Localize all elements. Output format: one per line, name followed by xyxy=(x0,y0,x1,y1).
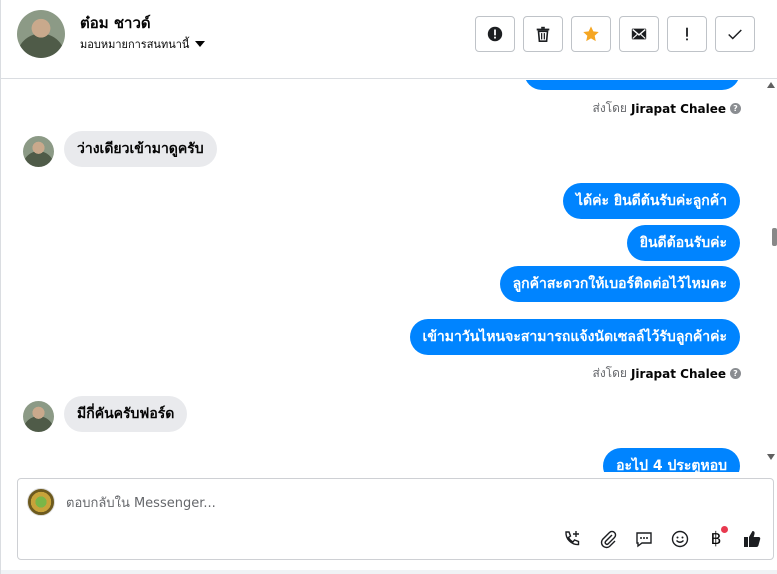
header-actions xyxy=(475,16,755,52)
exclamation-circle-icon xyxy=(487,26,503,42)
assign-label: มอบหมายการสนทนานี้ xyxy=(80,38,190,51)
scroll-down-arrow-icon[interactable] xyxy=(767,454,775,460)
thread-scrollbar[interactable] xyxy=(765,80,777,472)
help-icon[interactable]: ? xyxy=(730,368,741,379)
contact-avatar-small[interactable] xyxy=(23,401,54,432)
message-bubble-outgoing-partial[interactable]: อะไป 4 ประตูหอบ xyxy=(603,448,740,472)
conversation-header: ต๋อม ชาวด์ มอบหมายการสนทนานี้ xyxy=(1,0,777,79)
message-bubble-outgoing[interactable]: ยินดีต้อนรับค่ะ xyxy=(626,225,740,261)
delete-button[interactable] xyxy=(523,16,563,52)
conversation-panel: ต๋อม ชาวด์ มอบหมายการสนทนานี้ ส่งโดย Jir… xyxy=(0,0,777,574)
message-bubble-outgoing[interactable]: เข้ามาวันไหนจะสามารถแจ้งนัดเซลล์ไว้รับลู… xyxy=(409,319,740,355)
contact-avatar[interactable] xyxy=(17,10,65,58)
mark-done-button[interactable] xyxy=(715,16,755,52)
reply-input[interactable] xyxy=(66,493,666,513)
contact-avatar-small[interactable] xyxy=(23,136,54,167)
agent-name[interactable]: Jirapat Chalee xyxy=(631,367,726,381)
saved-replies-icon[interactable] xyxy=(633,528,655,550)
message-bubble-incoming[interactable]: ว่างเดียวเข้ามาดูครับ xyxy=(64,131,217,167)
footer-divider xyxy=(1,570,777,574)
page-logo-avatar xyxy=(27,488,55,516)
star-icon xyxy=(583,26,599,42)
sent-by-label: ส่งโดย Jirapat Chalee ? xyxy=(593,364,741,383)
thumbs-up-icon[interactable] xyxy=(741,528,763,550)
check-icon xyxy=(728,29,742,40)
follow-up-button[interactable] xyxy=(667,16,707,52)
message-bubble-outgoing-partial[interactable] xyxy=(524,80,740,90)
notification-dot xyxy=(721,526,728,533)
agent-name[interactable]: Jirapat Chalee xyxy=(631,102,726,116)
message-bubble-outgoing[interactable]: ได้ค่ะ ยินดีต้นรับค่ะลูกค้า xyxy=(563,183,740,219)
baht-payment-icon[interactable]: ฿ xyxy=(705,526,728,550)
star-button[interactable] xyxy=(571,16,611,52)
trash-icon xyxy=(536,26,550,43)
attachment-icon[interactable] xyxy=(597,528,619,550)
help-icon[interactable]: ? xyxy=(730,103,741,114)
sent-by-label: ส่งโดย Jirapat Chalee ? xyxy=(593,99,741,118)
scroll-up-arrow-icon[interactable] xyxy=(767,82,775,88)
scroll-thumb[interactable] xyxy=(772,228,777,246)
mark-unread-button[interactable] xyxy=(619,16,659,52)
message-bubble-outgoing[interactable]: ลูกค้าสะดวกให้เบอร์ติดต่อไว้ไหมคะ xyxy=(499,266,740,302)
envelope-icon xyxy=(631,28,647,40)
caret-down-icon xyxy=(195,41,206,47)
call-add-icon[interactable] xyxy=(561,528,583,550)
exclamation-icon xyxy=(686,27,688,41)
report-button[interactable] xyxy=(475,16,515,52)
message-bubble-incoming[interactable]: มีกี่คันครับฟอร์ด xyxy=(64,396,188,432)
composer-tools: ฿ xyxy=(561,526,763,550)
message-thread[interactable]: ส่งโดย Jirapat Chalee ? ว่างเดียวเข้ามาด… xyxy=(1,80,777,472)
contact-name[interactable]: ต๋อม ชาวด์ xyxy=(80,11,151,35)
emoji-icon[interactable] xyxy=(669,528,691,550)
assign-conversation-dropdown[interactable]: มอบหมายการสนทนานี้ xyxy=(80,35,206,53)
reply-composer: ฿ xyxy=(17,478,774,560)
